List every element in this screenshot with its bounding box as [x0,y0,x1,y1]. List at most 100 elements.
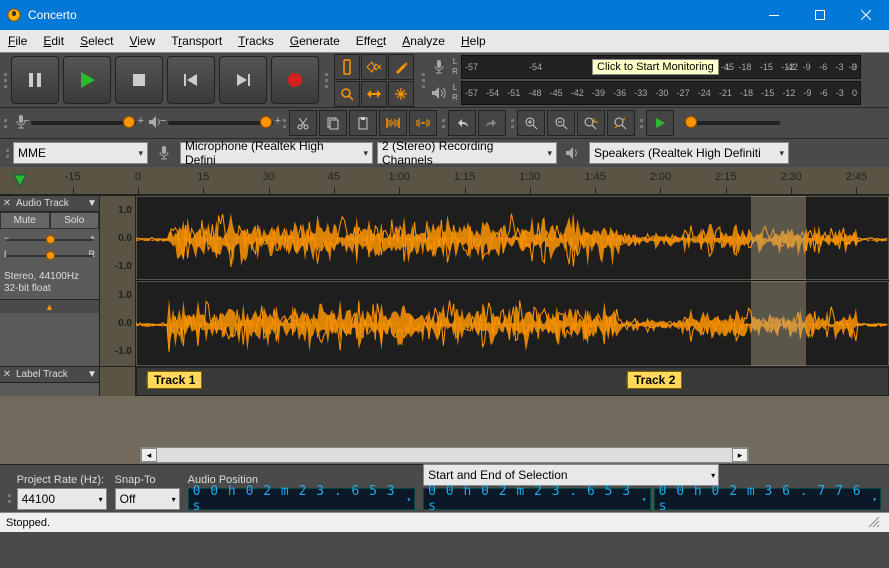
grip[interactable] [638,111,645,135]
minimize-button[interactable] [751,0,797,30]
selection-end-display[interactable]: 0 0 h 0 2 m 3 6 . 7 7 6 s [654,488,881,510]
record-button[interactable] [271,56,319,104]
stop-button[interactable] [115,56,163,104]
copy-button[interactable] [319,110,347,136]
snap-to-label: Snap-To [115,474,180,486]
zoom-tool[interactable] [334,81,360,107]
cut-button[interactable] [289,110,317,136]
recording-volume[interactable]: −+ [15,114,136,133]
playback-device-combo[interactable]: Speakers (Realtek High Definiti [589,142,789,164]
grip[interactable] [440,111,447,135]
fit-selection-button[interactable] [577,110,605,136]
track-close-button[interactable]: ✕ [0,368,14,382]
meter-r-label: R [451,67,459,77]
grip[interactable] [2,111,9,135]
menu-effect[interactable]: Effect [348,31,394,51]
speaker-meter-icon[interactable] [427,81,451,105]
mute-button[interactable]: Mute [0,212,50,229]
selection-tool[interactable] [334,54,360,80]
snap-to-combo[interactable]: Off [115,488,180,510]
project-rate-combo[interactable]: 44100 [17,488,107,510]
selection-range-type-combo[interactable]: Start and End of Selection [423,464,719,486]
pan-slider[interactable]: LR [6,251,93,261]
label-marker-2[interactable]: Track 2 [627,371,682,389]
redo-button[interactable] [478,110,506,136]
menu-transport[interactable]: Transport [163,31,230,51]
skip-end-button[interactable] [219,56,267,104]
envelope-tool[interactable] [361,54,387,80]
status-text: Stopped. [6,517,50,529]
menu-file[interactable]: File [0,31,35,51]
label-area[interactable]: Track 1 Track 2 [136,367,889,396]
paste-button[interactable] [349,110,377,136]
multi-tool[interactable] [388,81,414,107]
playback-meter[interactable]: -57-54-51-48-45-42-39-36-33-30-27-24-21-… [461,81,861,105]
meter-r-label: R [451,93,459,103]
selection-toolbar: Project Rate (Hz): 44100 Snap-To Off Aud… [0,464,889,512]
menu-tracks[interactable]: Tracks [230,31,282,51]
recording-channels-combo[interactable]: 2 (Stereo) Recording Channels [377,142,557,164]
playback-speed-slider[interactable] [685,121,780,125]
menu-bar: File Edit Select View Transport Tracks G… [0,30,889,53]
resize-grip-icon[interactable] [867,515,883,531]
silence-button[interactable] [409,110,437,136]
fit-project-button[interactable] [607,110,635,136]
playback-volume[interactable]: −+ [148,115,273,132]
grip[interactable] [4,141,11,165]
solo-button[interactable]: Solo [50,212,100,229]
track-menu-button[interactable]: ▼ [85,369,99,380]
zoom-out-button[interactable] [547,110,575,136]
meter-l-label: L [451,83,459,93]
pause-button[interactable] [11,56,59,104]
skip-start-button[interactable] [167,56,215,104]
close-button[interactable] [843,0,889,30]
menu-analyze[interactable]: Analyze [394,31,453,51]
app-icon [6,7,22,23]
timeshift-tool[interactable] [361,81,387,107]
mic-icon [153,142,175,164]
trim-button[interactable] [379,110,407,136]
grip[interactable] [281,111,288,135]
horizontal-scrollbar[interactable]: ◂▸ [0,446,889,464]
audio-host-combo[interactable]: MME [13,142,148,164]
track-collapse-button[interactable]: ▲ [0,299,99,313]
timeline-ruler[interactable]: -1501530451:001:151:301:452:002:152:302:… [0,167,889,195]
maximize-button[interactable] [797,0,843,30]
audio-position-display[interactable]: 0 0 h 0 2 m 2 3 . 6 5 3 s [188,488,416,510]
menu-view[interactable]: View [121,31,163,51]
track-close-button[interactable]: ✕ [0,197,14,211]
menu-select[interactable]: Select [72,31,121,51]
track-menu-button[interactable]: ▼ [85,198,99,209]
mic-meter-icon[interactable] [427,55,451,79]
recording-device-combo[interactable]: Microphone (Realtek High Defini [180,142,373,164]
track-control-panel: ✕ Audio Track ▼ Mute Solo −+ LR Stereo, … [0,196,100,366]
audio-track: ✕ Audio Track ▼ Mute Solo −+ LR Stereo, … [0,195,889,366]
selection-start-display[interactable]: 0 0 h 0 2 m 2 3 . 6 5 3 s [423,488,650,510]
track-info: Stereo, 44100Hz 32-bit float [0,267,99,299]
zoom-in-button[interactable] [517,110,545,136]
grip[interactable] [2,56,9,104]
play-at-speed-button[interactable] [646,110,674,136]
toolbars: L R -57-54-51-48-45-42-3 Click to Start … [0,53,889,139]
play-button[interactable] [63,56,111,104]
track-name[interactable]: Audio Track [14,198,85,209]
menu-help[interactable]: Help [453,31,494,51]
playhead-icon[interactable] [13,174,27,188]
undo-button[interactable] [448,110,476,136]
label-marker-1[interactable]: Track 1 [147,371,202,389]
grip[interactable] [323,56,330,104]
waveform-area[interactable] [136,196,889,366]
menu-edit[interactable]: Edit [35,31,72,51]
grip[interactable] [509,111,516,135]
label-track-name[interactable]: Label Track [14,369,85,380]
grip[interactable] [420,56,427,104]
window-title: Concerto [28,8,751,22]
draw-tool[interactable] [388,54,414,80]
menu-generate[interactable]: Generate [282,31,348,51]
meter-monitor-label[interactable]: Click to Start Monitoring [592,59,719,75]
grip[interactable] [6,486,13,510]
gain-slider[interactable]: −+ [6,235,93,245]
vertical-scale[interactable]: 1.00.0-1.0 1.00.0-1.0 [100,196,136,366]
speaker-icon [562,142,584,164]
recording-meter[interactable]: -57-54-51-48-45-42-3 Click to Start Moni… [461,55,861,79]
